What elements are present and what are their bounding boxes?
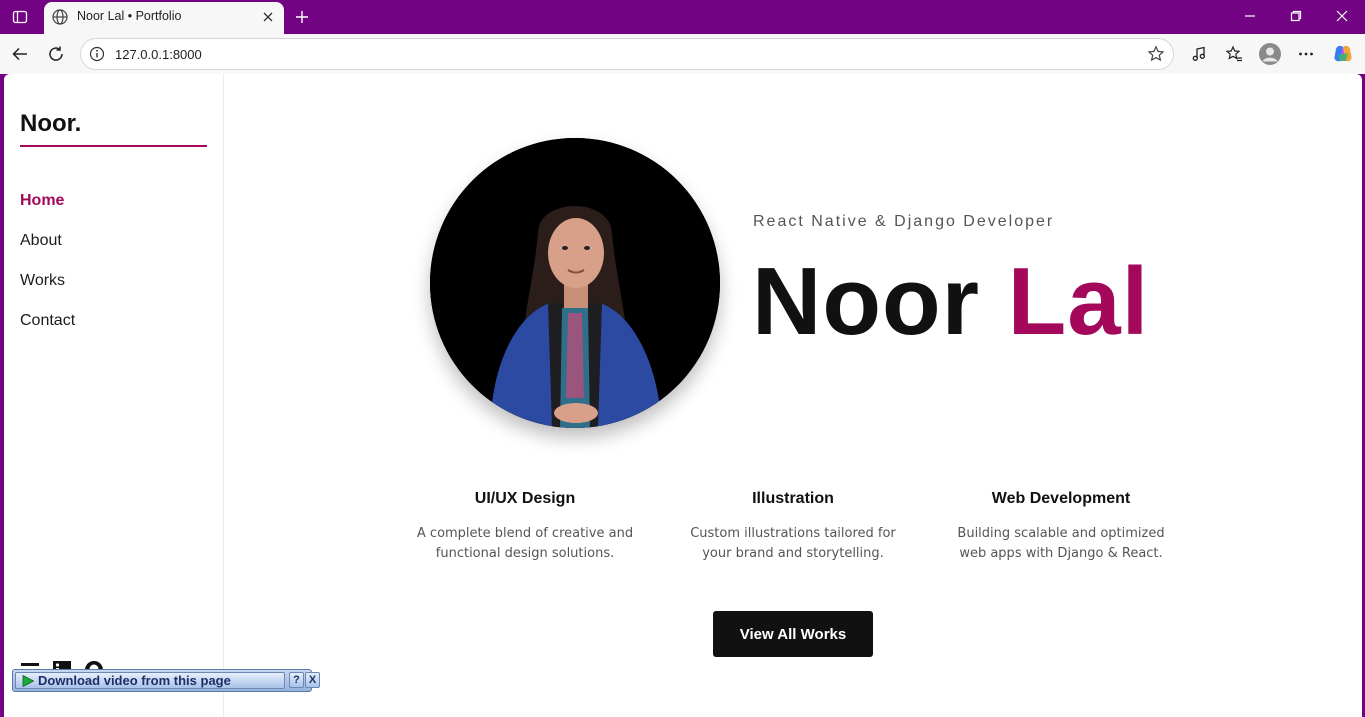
service-uiux: UI/UX Design A complete blend of creativ…: [405, 490, 645, 564]
service-web-development: Web Development Building scalable and op…: [941, 490, 1181, 564]
service-desc-line: functional design solutions.: [435, 546, 615, 561]
new-tab-icon[interactable]: [290, 5, 314, 29]
help-button[interactable]: ?: [289, 672, 304, 688]
service-desc-line: web apps with Django & React.: [959, 546, 1163, 561]
minimize-icon[interactable]: [1234, 4, 1266, 28]
service-desc-line: Building scalable and optimized: [957, 526, 1165, 541]
media-control-icon[interactable]: [1185, 40, 1213, 68]
service-desc-line: A complete blend of creative and: [416, 526, 634, 541]
play-icon: [22, 674, 34, 687]
view-all-works-button[interactable]: View All Works: [713, 611, 873, 657]
download-video-bar: Download video from this page ? X: [12, 669, 320, 692]
browser-toolbar: 127.0.0.1:8000: [0, 34, 1365, 74]
service-desc-line: Custom illustrations tailored for: [690, 526, 896, 541]
close-bar-button[interactable]: X: [305, 672, 320, 688]
url-text: 127.0.0.1:8000: [115, 47, 202, 62]
service-description: Building scalable and optimized web apps…: [941, 524, 1181, 564]
refresh-icon[interactable]: [42, 40, 70, 68]
profile-photo: [430, 138, 720, 428]
address-bar[interactable]: 127.0.0.1:8000: [80, 38, 1174, 70]
nav-item-works[interactable]: Works: [20, 270, 75, 310]
sidebar: Noor. Home About Works Contact: [4, 74, 224, 717]
service-description: A complete blend of creative and functio…: [405, 524, 645, 564]
site-logo[interactable]: Noor.: [20, 110, 81, 138]
sidebar-nav: Home About Works Contact: [20, 190, 75, 350]
more-options-icon[interactable]: [1292, 40, 1320, 68]
close-tab-icon[interactable]: [260, 9, 276, 25]
nav-item-about[interactable]: About: [20, 230, 75, 270]
service-description: Custom illustrations tailored for your b…: [673, 524, 913, 564]
download-video-button[interactable]: Download video from this page: [15, 672, 285, 689]
copilot-icon[interactable]: [1329, 40, 1357, 68]
download-video-label: Download video from this page: [38, 673, 231, 688]
logo-underline: [20, 145, 207, 147]
nav-item-home[interactable]: Home: [20, 190, 75, 230]
close-window-icon[interactable]: [1326, 4, 1358, 28]
service-title: UI/UX Design: [474, 490, 576, 507]
favorites-icon[interactable]: [1220, 40, 1248, 68]
restore-icon[interactable]: [1280, 4, 1312, 28]
hero-last-name: Lal: [1007, 248, 1150, 355]
back-icon[interactable]: [6, 40, 34, 68]
site-info-icon[interactable]: [89, 46, 105, 62]
profile-avatar-icon[interactable]: [1256, 40, 1284, 68]
nav-item-contact[interactable]: Contact: [20, 310, 75, 350]
browser-title-bar: Noor Lal • Portfolio: [0, 0, 1365, 34]
hero-name: Noor Lal: [752, 246, 1149, 358]
hero-subtitle: React Native & Django Developer: [753, 213, 1055, 230]
page-viewport: Noor. Home About Works Contact React Nat…: [4, 74, 1362, 717]
service-title: Web Development: [991, 490, 1131, 507]
globe-icon: [52, 9, 68, 25]
service-illustration: Illustration Custom illustrations tailor…: [673, 490, 913, 564]
service-title: Illustration: [752, 490, 834, 507]
hero-first-name: Noor: [752, 248, 980, 355]
favorite-star-icon[interactable]: [1147, 45, 1165, 63]
tab-title: Noor Lal • Portfolio: [77, 9, 182, 23]
tab-actions-icon[interactable]: [8, 5, 32, 29]
service-desc-line: your brand and storytelling.: [702, 546, 884, 561]
browser-tab[interactable]: Noor Lal • Portfolio: [44, 2, 284, 34]
